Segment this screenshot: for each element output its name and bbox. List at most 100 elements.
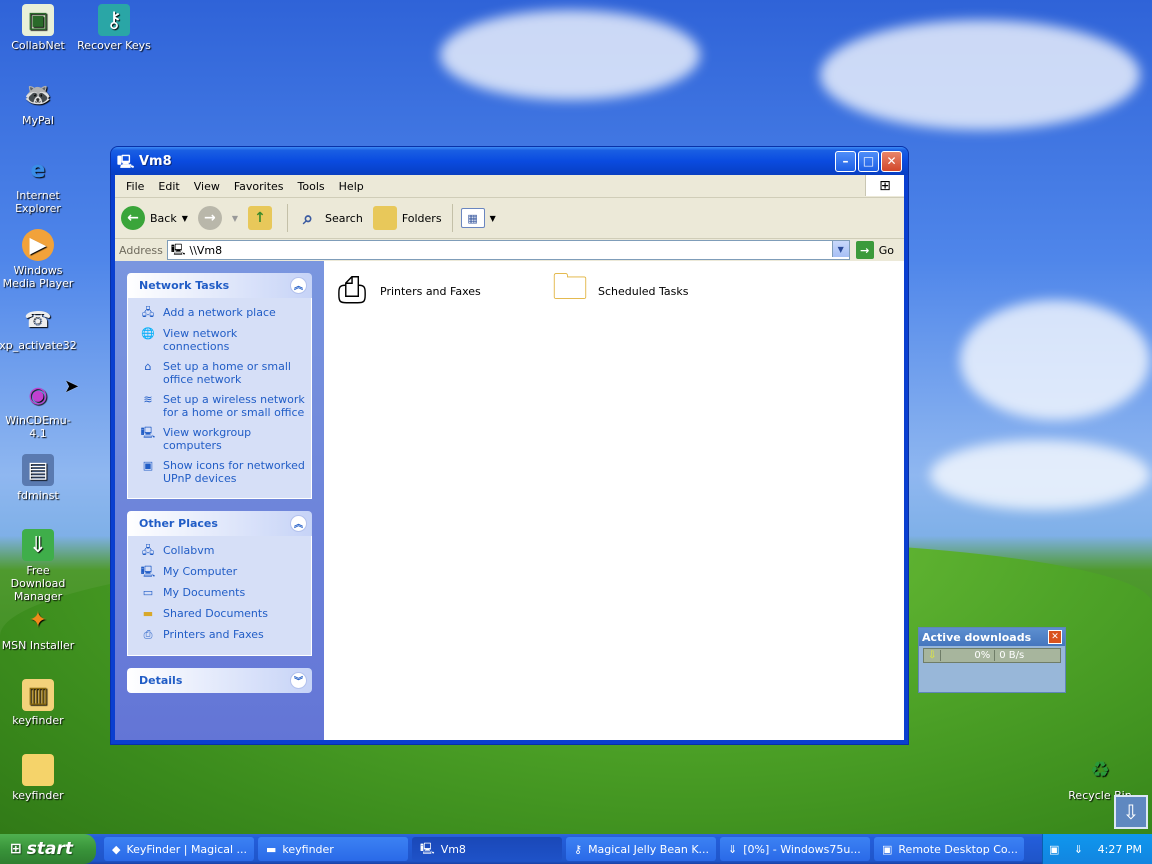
task-upnp-devices[interactable]: ▣ Show icons for networked UPnP devices <box>140 459 305 485</box>
tray-download-icon[interactable]: ⇓ <box>1074 843 1083 856</box>
desktop-icon-label: Windows Media Player <box>2 264 74 290</box>
desktop-icon-fdminst[interactable]: ▤ fdminst <box>0 454 78 502</box>
desktop-icon-recover-keys[interactable]: ⚷ Recover Keys <box>74 4 154 52</box>
folder-icon: ▬ <box>142 607 154 620</box>
desktop-icon-collabnet[interactable]: ▣ CollabNet <box>0 4 78 52</box>
raccoon-icon: ◆ <box>112 842 121 856</box>
menu-edit[interactable]: Edit <box>151 180 186 193</box>
address-dropdown-button[interactable]: ▼ <box>831 241 849 257</box>
task-label: Set up a home or small office network <box>163 360 291 386</box>
place-printers-faxes[interactable]: ⎙ Printers and Faxes <box>140 628 305 642</box>
go-button[interactable]: → Go <box>855 241 894 259</box>
computer-icon: 🖳 <box>140 565 156 578</box>
task-view-connections[interactable]: 🌐 View network connections <box>140 327 305 353</box>
panel-title: Details <box>139 674 183 687</box>
window-titlebar[interactable]: 🖳 Vm8 – □ ✕ <box>111 147 908 175</box>
place-label: My Documents <box>163 586 246 599</box>
up-folder-icon: ↑ <box>248 206 273 230</box>
address-input[interactable]: 🖳 \\Vm8 ▼ <box>166 240 850 260</box>
active-downloads-widget[interactable]: Active downloads ✕ ⇩ 0% 0 B/s <box>918 627 1066 693</box>
workgroup-icon: 🖳 <box>140 426 156 439</box>
task-vm8[interactable]: 🖳 Vm8 <box>412 837 562 861</box>
start-button[interactable]: ⊞ start <box>0 834 96 864</box>
desktop-icon-internet-explorer[interactable]: e Internet Explorer <box>0 154 78 215</box>
desktop-icon-keyfinder-zip[interactable]: ▥ keyfinder <box>0 679 78 727</box>
installer-icon: ▤ <box>22 454 54 486</box>
explorer-window[interactable]: 🖳 Vm8 – □ ✕ File Edit View Favorites Too… <box>111 147 908 744</box>
place-my-documents[interactable]: ▭ My Documents <box>140 586 305 600</box>
task-label: Add a network place <box>163 306 276 319</box>
forward-arrow-icon: → <box>197 206 222 230</box>
views-button[interactable]: ▦ ▼ <box>460 208 496 228</box>
desktop-icon-label: keyfinder <box>12 714 64 727</box>
task-buttons: ◆ KeyFinder | Magical ... ▬ keyfinder 🖳 Vm8… <box>96 837 1042 861</box>
item-printers-faxes[interactable]: ⎙ Printers and Faxes <box>328 267 481 315</box>
windows-logo-icon: ⊞ <box>865 175 904 196</box>
desktop-icon-media-player[interactable]: ▶ Windows Media Player <box>0 229 78 290</box>
task-label: [0%] - Windows75u... <box>743 842 861 856</box>
taskbar: ⊞ start ◆ KeyFinder | Magical ... ▬ keyfin… <box>0 834 1152 864</box>
chevron-down-icon[interactable]: ▼ <box>490 214 496 223</box>
menu-file[interactable]: File <box>119 180 151 193</box>
desktop-icon-msn[interactable]: ✦ MSN Installer <box>0 604 78 652</box>
clock[interactable]: 4:27 PM <box>1098 843 1142 856</box>
search-label: Search <box>325 211 363 225</box>
close-icon[interactable]: ✕ <box>1048 630 1062 644</box>
maximize-button[interactable]: □ <box>858 150 879 172</box>
go-label: Go <box>878 243 894 257</box>
menu-tools[interactable]: Tools <box>291 180 332 193</box>
task-workgroup-computers[interactable]: 🖳 View workgroup computers <box>140 426 305 452</box>
desktop-icon-fdm[interactable]: ⇓ Free Download Manager <box>0 529 78 603</box>
menu-help[interactable]: Help <box>332 180 371 193</box>
scroll-down-icon[interactable]: ⇩ <box>1114 795 1148 829</box>
menu-favorites[interactable]: Favorites <box>227 180 291 193</box>
forward-button[interactable]: → ▼ <box>197 206 238 230</box>
chevron-down-icon[interactable]: ︾ <box>290 672 307 689</box>
download-arrow-icon: ⇩ <box>924 650 942 661</box>
chevron-up-icon[interactable]: ︽ <box>290 515 307 532</box>
task-remote-desktop[interactable]: ▣ Remote Desktop Co... <box>874 837 1024 861</box>
panel-title: Network Tasks <box>139 279 230 292</box>
task-label: Set up a wireless network for a home or … <box>163 393 305 419</box>
tray-network-icon[interactable]: ▣ <box>1049 843 1059 856</box>
task-add-network-place[interactable]: 🖧 Add a network place <box>140 306 305 320</box>
chevron-down-icon[interactable]: ▼ <box>232 214 238 223</box>
panel-header[interactable]: Other Places ︽ <box>127 511 312 536</box>
task-magical-jelly-bean[interactable]: ⚷ Magical Jelly Bean K... <box>566 837 716 861</box>
folders-button[interactable]: Folders <box>372 206 442 230</box>
back-button[interactable]: ← Back ▼ <box>121 206 188 230</box>
desktop-icon-label: MyPal <box>22 114 54 127</box>
place-collabvm[interactable]: 🖧 Collabvm <box>140 544 305 558</box>
task-keyfinder-folder[interactable]: ▬ keyfinder <box>258 837 408 861</box>
panel-header[interactable]: Details ︾ <box>127 668 312 693</box>
up-folder-button[interactable]: ↑ <box>248 206 277 230</box>
task-keyfinder-browser[interactable]: ◆ KeyFinder | Magical ... <box>104 837 254 861</box>
printer-icon: ⎙ <box>143 628 153 641</box>
place-shared-documents[interactable]: ▬ Shared Documents <box>140 607 305 621</box>
cloud <box>820 20 1140 130</box>
desktop-icon-xp-activate[interactable]: ☎ xp_activate32 <box>0 304 78 352</box>
item-scheduled-tasks[interactable]: 🗀 Scheduled Tasks <box>546 267 689 315</box>
place-my-computer[interactable]: 🖳 My Computer <box>140 565 305 579</box>
task-download[interactable]: ⇓ [0%] - Windows75u... <box>720 837 870 861</box>
chevron-up-icon[interactable]: ︽ <box>290 277 307 294</box>
task-home-network[interactable]: ⌂ Set up a home or small office network <box>140 360 305 386</box>
remote-desktop-icon: ▣ <box>882 842 893 856</box>
chevron-down-icon[interactable]: ▼ <box>182 214 188 223</box>
key-icon: ⚷ <box>574 842 583 856</box>
telephone-icon: ☎ <box>24 307 52 333</box>
desktop-icon-keyfinder-folder[interactable]: keyfinder <box>0 754 78 802</box>
place-label: Shared Documents <box>163 607 268 620</box>
panel-header[interactable]: Network Tasks ︽ <box>127 273 312 298</box>
search-button[interactable]: ⌕ Search <box>296 206 363 230</box>
task-wireless-network[interactable]: ≋ Set up a wireless network for a home or… <box>140 393 305 419</box>
task-label: Remote Desktop Co... <box>898 842 1018 856</box>
file-list[interactable]: ⎙ Printers and Faxes 🗀 Scheduled Tasks <box>324 261 904 740</box>
desktop-icon-mypal[interactable]: 🦝 MyPal <box>0 79 78 127</box>
active-downloads-title: Active downloads <box>922 630 1032 644</box>
menu-view[interactable]: View <box>187 180 227 193</box>
close-button[interactable]: ✕ <box>881 150 902 172</box>
windows-flag-icon: ⊞ <box>10 841 22 857</box>
folder-icon <box>22 754 54 786</box>
minimize-button[interactable]: – <box>835 150 856 172</box>
